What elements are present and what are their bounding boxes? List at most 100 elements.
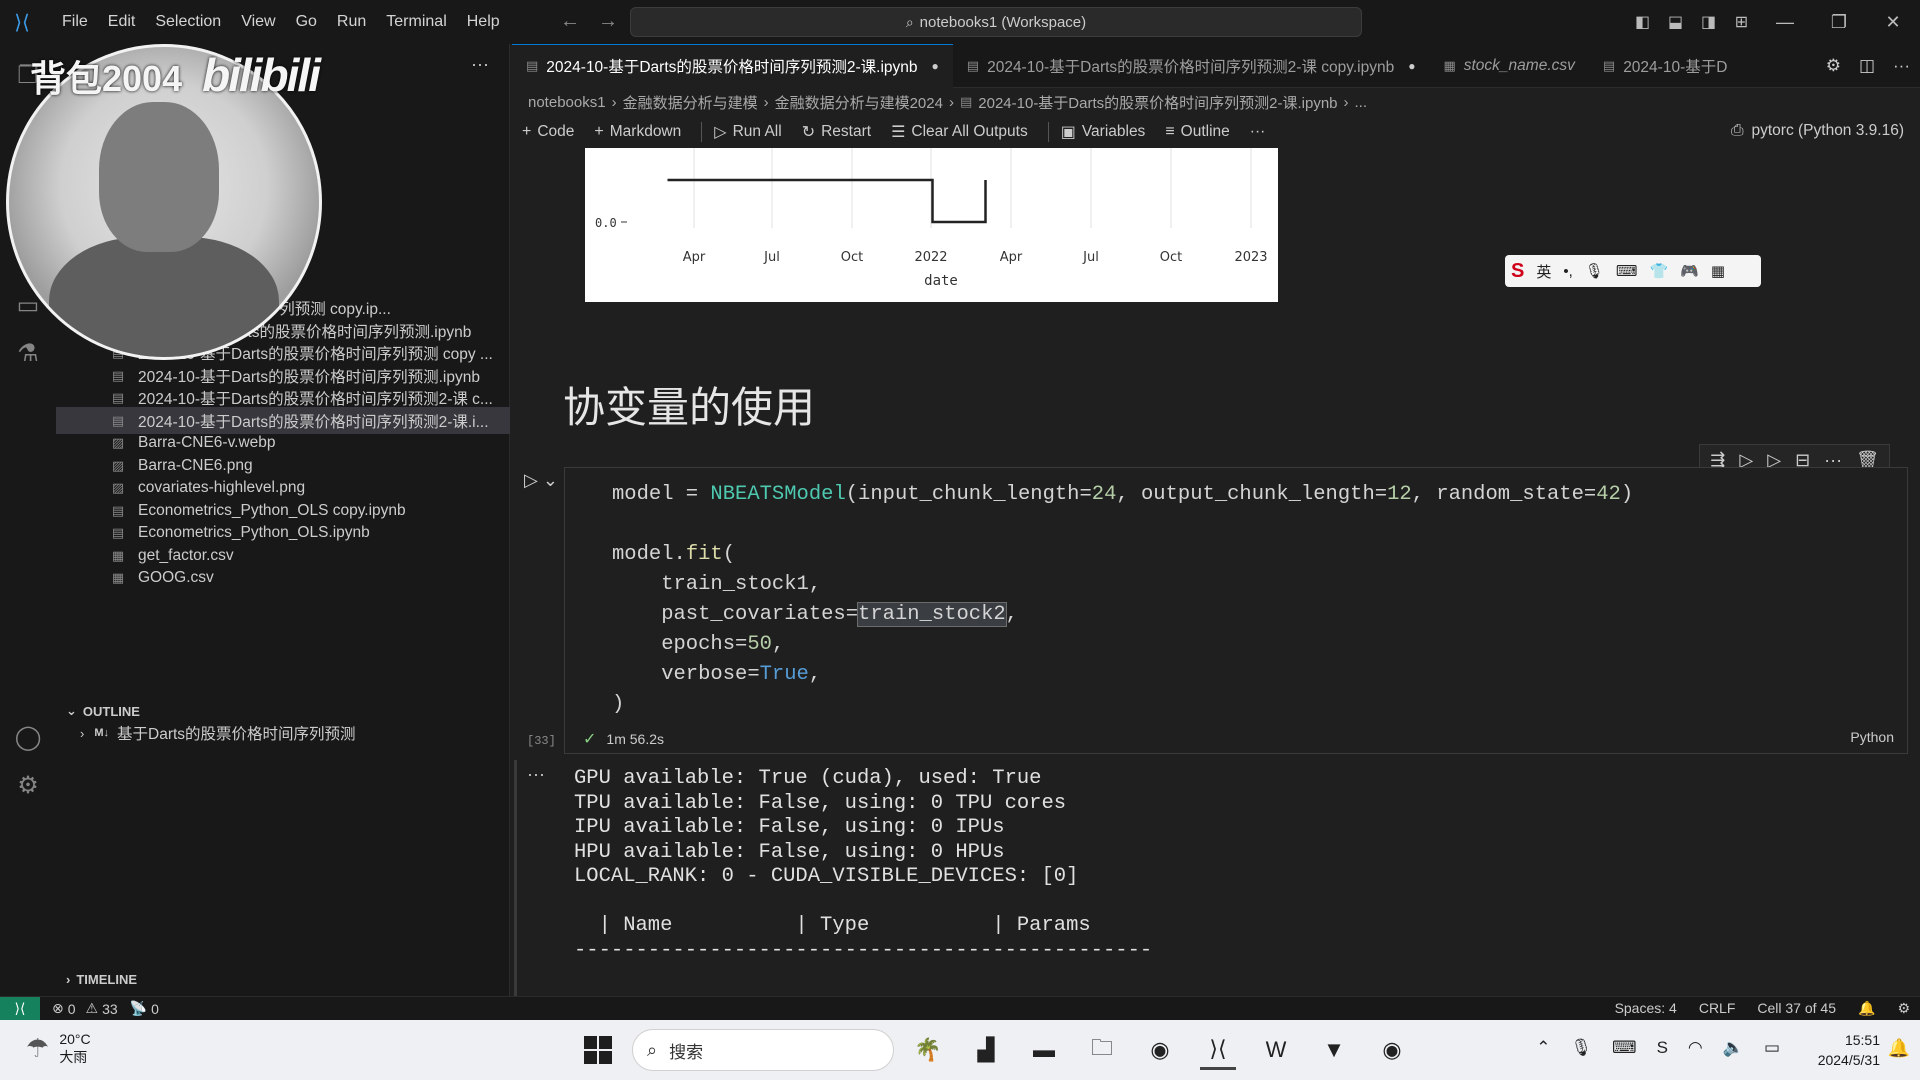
remote-indicator-icon[interactable]: ⟩⟨ [0, 996, 40, 1021]
terminal-icon[interactable]: ▬ [1026, 1030, 1062, 1070]
task-view-icon[interactable]: ▟ [968, 1030, 1004, 1070]
weather-widget[interactable]: ☂ 20°C 大雨 [26, 1030, 91, 1066]
eol-status[interactable]: CRLF [1699, 1000, 1736, 1017]
notification-icon[interactable]: 🔔 [1888, 1038, 1910, 1059]
variables-button[interactable]: ▣ Variables [1061, 122, 1146, 142]
file-explorer-icon[interactable]: 🗀 [1084, 1030, 1120, 1070]
palm-tree-widget-icon[interactable]: 🌴 [910, 1030, 946, 1070]
more-actions-icon[interactable]: ··· [471, 54, 489, 75]
gear-icon[interactable]: ⚙ [1826, 56, 1841, 76]
ports-indicator[interactable]: 📡 0 [130, 1000, 159, 1017]
recorder-icon[interactable]: ◉ [1374, 1030, 1410, 1070]
gear-icon[interactable]: ⚙ [14, 772, 42, 800]
unsaved-dot-icon[interactable]: ● [932, 59, 939, 73]
tab-stock-name-csv[interactable]: ▦ stock_name.csv [1429, 44, 1588, 88]
add-markdown-cell-button[interactable]: + Markdown [594, 123, 681, 141]
tab-notebook-active[interactable]: ▤ 2024-10-基于Darts的股票价格时间序列预测2-课.ipynb ● [512, 43, 953, 88]
tab-notebook-copy[interactable]: ▤ 2024-10-基于Darts的股票价格时间序列预测2-课 copy.ipy… [953, 44, 1430, 88]
vscode-logo-icon: ⟩⟨ [14, 11, 30, 34]
ime-punct[interactable]: •, [1563, 263, 1572, 280]
account-icon[interactable]: ◯ [14, 724, 42, 752]
chrome-icon[interactable]: ◉ [1142, 1030, 1178, 1070]
system-clock[interactable]: 15:51 2024/5/31 [1818, 1030, 1880, 1070]
tab-notebook-truncated[interactable]: ▤ 2024-10-基于D [1589, 44, 1742, 88]
restore-button[interactable]: ❐ [1812, 12, 1866, 33]
menu-file[interactable]: File [52, 0, 98, 44]
x-tick-label: Oct [841, 250, 863, 265]
search-icon: ⌕ [905, 13, 914, 30]
menu-selection[interactable]: Selection [145, 0, 231, 44]
clear-outputs-button[interactable]: ☰ Clear All Outputs [891, 122, 1028, 142]
menu-terminal[interactable]: Terminal [376, 0, 456, 44]
breadcrumb-item[interactable]: 金融数据分析与建模2024 [775, 92, 943, 113]
grid-menu-icon[interactable]: ▦ [1711, 262, 1725, 280]
menu-view[interactable]: View [231, 0, 285, 44]
wifi-icon[interactable]: ◠ [1688, 1038, 1703, 1058]
vscode-icon[interactable]: ⟩⟨ [1200, 1030, 1236, 1070]
unsaved-dot-icon[interactable]: ● [1408, 59, 1415, 73]
testing-flask-icon[interactable]: ⚗ [14, 340, 42, 368]
sogou-tray-icon[interactable]: S [1657, 1038, 1668, 1058]
y-tick-label: 0.0 [595, 216, 617, 230]
indentation-status[interactable]: Spaces: 4 [1615, 1000, 1677, 1017]
toggle-panel-icon[interactable]: ⬓ [1659, 12, 1692, 32]
cell-language[interactable]: Python [1850, 729, 1894, 745]
chevron-up-icon[interactable]: ⌃ [1536, 1038, 1550, 1058]
input-method-icon[interactable]: ⌨ [1612, 1038, 1637, 1058]
copilot-icon[interactable]: ⚙ [1897, 1000, 1910, 1017]
menu-help[interactable]: Help [457, 0, 510, 44]
code-line: ) [612, 693, 625, 716]
ime-mode[interactable]: 英 [1536, 261, 1551, 282]
customize-layout-icon[interactable]: ⊞ [1725, 12, 1758, 32]
windows-taskbar: ☂ 20°C 大雨 ⌕ 搜索 🌴 ▟ ▬ 🗀 ◉ ⟩⟨ W ▼ ◉ ⌃ 🎙 ⌨ … [0, 1020, 1920, 1080]
skin-icon[interactable]: 👕 [1649, 262, 1668, 280]
code-line: verbose=True, [612, 663, 822, 686]
outline-item[interactable]: › M↓ 基于Darts的股票价格时间序列预测 [56, 720, 510, 746]
code-line: train_stock1, [612, 573, 822, 596]
taskbar-search[interactable]: ⌕ 搜索 [632, 1029, 894, 1071]
microphone-icon[interactable]: 🎙 [1585, 262, 1604, 280]
add-code-cell-button[interactable]: + Code [522, 123, 574, 141]
bookmark-app-icon[interactable]: ▼ [1316, 1030, 1352, 1070]
run-all-button[interactable]: ▷ Run All [714, 122, 781, 142]
toggle-primary-sidebar-icon[interactable]: ◧ [1626, 12, 1659, 32]
output-line: | Name | Type | Params [574, 914, 1091, 937]
x-tick-label: 2023 [1234, 250, 1267, 265]
command-center[interactable]: ⌕ notebooks1 (Workspace) [630, 7, 1362, 37]
toggle-secondary-sidebar-icon[interactable]: ◨ [1692, 12, 1725, 32]
volume-icon[interactable]: 🔈 [1723, 1038, 1744, 1058]
code-editor[interactable]: model = NBEATSModel(input_chunk_length=2… [612, 480, 1633, 720]
minimize-button[interactable]: — [1758, 12, 1812, 33]
breadcrumb-item[interactable]: 金融数据分析与建模 [623, 92, 758, 113]
breadcrumb-item[interactable]: notebooks1 [528, 94, 606, 111]
microphone-icon[interactable]: 🎙 [1570, 1038, 1592, 1058]
restart-button[interactable]: ↻ Restart [802, 122, 871, 142]
notebook-icon: ▤ [111, 502, 125, 518]
start-button-icon[interactable] [584, 1036, 612, 1064]
file-tree-item[interactable]: ▦ GOOG.csv [56, 565, 510, 592]
bell-icon[interactable]: 🔔 [1858, 1000, 1875, 1017]
back-arrow-icon[interactable]: ← [560, 10, 580, 33]
cell-position-status[interactable]: Cell 37 of 45 [1757, 1000, 1836, 1017]
more-actions-icon[interactable]: ··· [1893, 56, 1910, 76]
wps-icon[interactable]: W [1258, 1030, 1294, 1070]
problems-indicator[interactable]: ⊗ 0 ⚠ 33 [52, 1000, 118, 1017]
run-cell-button[interactable]: ▷ ⌄ [524, 470, 558, 491]
more-toolbar-button[interactable]: ··· [1250, 123, 1266, 141]
battery-icon[interactable]: ▭ [1764, 1038, 1780, 1058]
timeline-section-header[interactable]: › TIMELINE [56, 966, 510, 992]
output-more-icon[interactable]: ··· [527, 764, 545, 785]
breadcrumb-item[interactable]: ... [1355, 94, 1368, 111]
plus-icon: + [522, 123, 532, 140]
kernel-picker[interactable]: ⎙ pytorc (Python 3.9.16) [1731, 122, 1904, 140]
outline-button[interactable]: ≡ Outline [1165, 123, 1229, 141]
menu-run[interactable]: Run [327, 0, 376, 44]
keyboard-icon[interactable]: ⌨ [1616, 262, 1638, 280]
forward-arrow-icon[interactable]: → [598, 10, 618, 33]
gamepad-icon[interactable]: 🎮 [1680, 262, 1699, 280]
breadcrumb-item[interactable]: 2024-10-基于Darts的股票价格时间序列预测2-课.ipynb [978, 92, 1337, 113]
close-window-button[interactable]: ✕ [1866, 12, 1920, 33]
menu-go[interactable]: Go [286, 0, 327, 44]
split-editor-icon[interactable]: ◫ [1859, 56, 1875, 76]
menu-edit[interactable]: Edit [98, 0, 146, 44]
